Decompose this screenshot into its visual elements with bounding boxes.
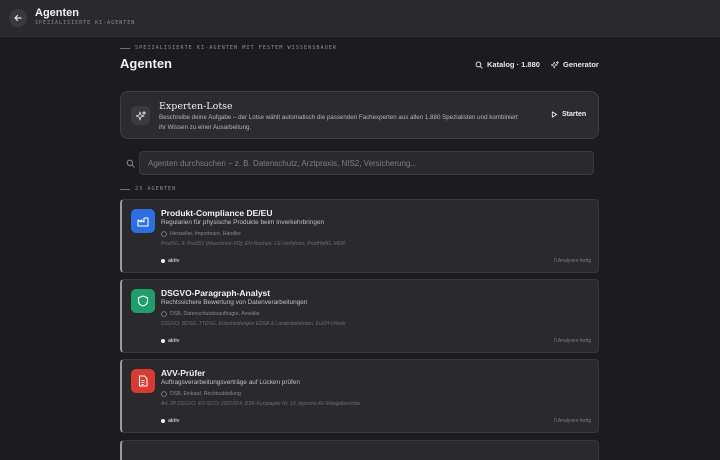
play-icon <box>551 111 558 118</box>
top-bar: Agenten SPEZIALISIERTE KI-AGENTEN <box>0 0 720 37</box>
agent-audience: DSB, Datenschutzbeauftragte, Anwälte <box>161 311 260 317</box>
agent-card[interactable]: AVV-Prüfer Auftragsverarbeitungsverträge… <box>120 359 599 433</box>
shield-icon <box>137 295 149 307</box>
status-dot <box>161 259 165 263</box>
catalog-label: Katalog · 1.880 <box>487 60 540 69</box>
start-label: Starten <box>562 111 587 118</box>
agent-search-input[interactable] <box>139 151 594 175</box>
agent-references: ProdSG, 8. ProdSV (Maschinen-VO), EN-Nor… <box>161 241 346 247</box>
agent-status-text: aktiv <box>168 258 180 264</box>
lotse-title: Experten-Lotse <box>159 101 233 112</box>
agent-audience-text: Hersteller, Importeure, Händler <box>170 231 241 237</box>
agent-audience-text: DSB, Einkauf, Rechtsabteilung <box>170 391 241 397</box>
status-dot <box>161 419 165 423</box>
back-button[interactable] <box>9 9 27 27</box>
page-title: Agenten <box>120 56 172 71</box>
agent-status-text: aktiv <box>168 338 180 344</box>
search-icon <box>475 61 483 69</box>
start-button[interactable]: Starten <box>551 111 586 118</box>
document-icon <box>139 375 148 387</box>
agent-subtitle: Regularien für physische Produkte beim I… <box>161 219 325 226</box>
agent-analysis-count: 0 Analysen fertig <box>554 338 591 344</box>
agent-analysis-count: 0 Analysen fertig <box>554 258 591 264</box>
sparkle-icon <box>551 60 559 69</box>
app-title: Agenten <box>35 7 79 19</box>
agent-status-text: aktiv <box>168 418 180 424</box>
agent-icon-box <box>131 209 155 233</box>
users-icon <box>161 311 167 317</box>
agent-audience: Hersteller, Importeure, Händler <box>161 231 241 237</box>
agent-card[interactable]: Produkt-Compliance DE/EU Regularien für … <box>120 199 599 273</box>
experten-lotse-card[interactable]: Experten-Lotse Beschreibe deine Aufgabe … <box>120 91 599 139</box>
generator-button[interactable]: Generator <box>551 60 599 69</box>
lotse-icon-box <box>131 106 150 125</box>
section-dash <box>120 188 130 190</box>
users-icon <box>161 391 167 397</box>
agent-status: aktiv <box>161 258 179 264</box>
agent-references: DSGVO, BDSG, TTDSG, Entscheidungen EDSA … <box>161 321 346 327</box>
agent-audience: DSB, Einkauf, Rechtsabteilung <box>161 391 241 397</box>
agent-subtitle: Auftragsverarbeitungsverträge auf Lücken… <box>161 379 300 386</box>
generator-label: Generator <box>563 60 599 69</box>
agent-status: aktiv <box>161 338 179 344</box>
app-subtitle: SPEZIALISIERTE KI-AGENTEN <box>35 20 136 26</box>
agent-audience-text: DSB, Datenschutzbeauftragte, Anwälte <box>170 311 260 317</box>
eyebrow-text: SPEZIALISIERTE KI-AGENTEN MIT FESTEM WIS… <box>135 45 338 51</box>
agent-card-partial[interactable] <box>120 440 599 460</box>
agent-icon-box <box>131 369 155 393</box>
factory-icon <box>137 217 149 227</box>
agent-count-label: 23 AGENTEN <box>120 186 176 192</box>
status-dot <box>161 339 165 343</box>
agent-count-text: 23 AGENTEN <box>135 186 177 192</box>
agent-icon-box <box>131 289 155 313</box>
users-icon <box>161 231 167 237</box>
agent-title: DSGVO-Paragraph-Analyst <box>161 288 271 298</box>
agent-card[interactable]: DSGVO-Paragraph-Analyst Rechtssichere Be… <box>120 279 599 353</box>
search-icon <box>126 159 135 168</box>
sparkle-icon <box>135 110 146 120</box>
agent-title: Produkt-Compliance DE/EU <box>161 208 273 218</box>
agent-subtitle: Rechtssichere Bewertung von Datenverarbe… <box>161 299 308 306</box>
agent-status: aktiv <box>161 418 179 424</box>
agent-title: AVV-Prüfer <box>161 368 206 378</box>
catalog-button[interactable]: Katalog · 1.880 <box>475 60 540 69</box>
agent-references: Art. 28 DSGVO, EU-SCCs 2021/914, DSK-Kur… <box>161 401 360 407</box>
lotse-description: Beschreibe deine Aufgabe – der Lotse wäh… <box>159 114 518 131</box>
arrow-left-icon <box>14 14 22 22</box>
eyebrow-dash <box>120 47 130 49</box>
page-eyebrow: SPEZIALISIERTE KI-AGENTEN MIT FESTEM WIS… <box>120 45 337 51</box>
agent-analysis-count: 0 Analysen fertig <box>554 418 591 424</box>
